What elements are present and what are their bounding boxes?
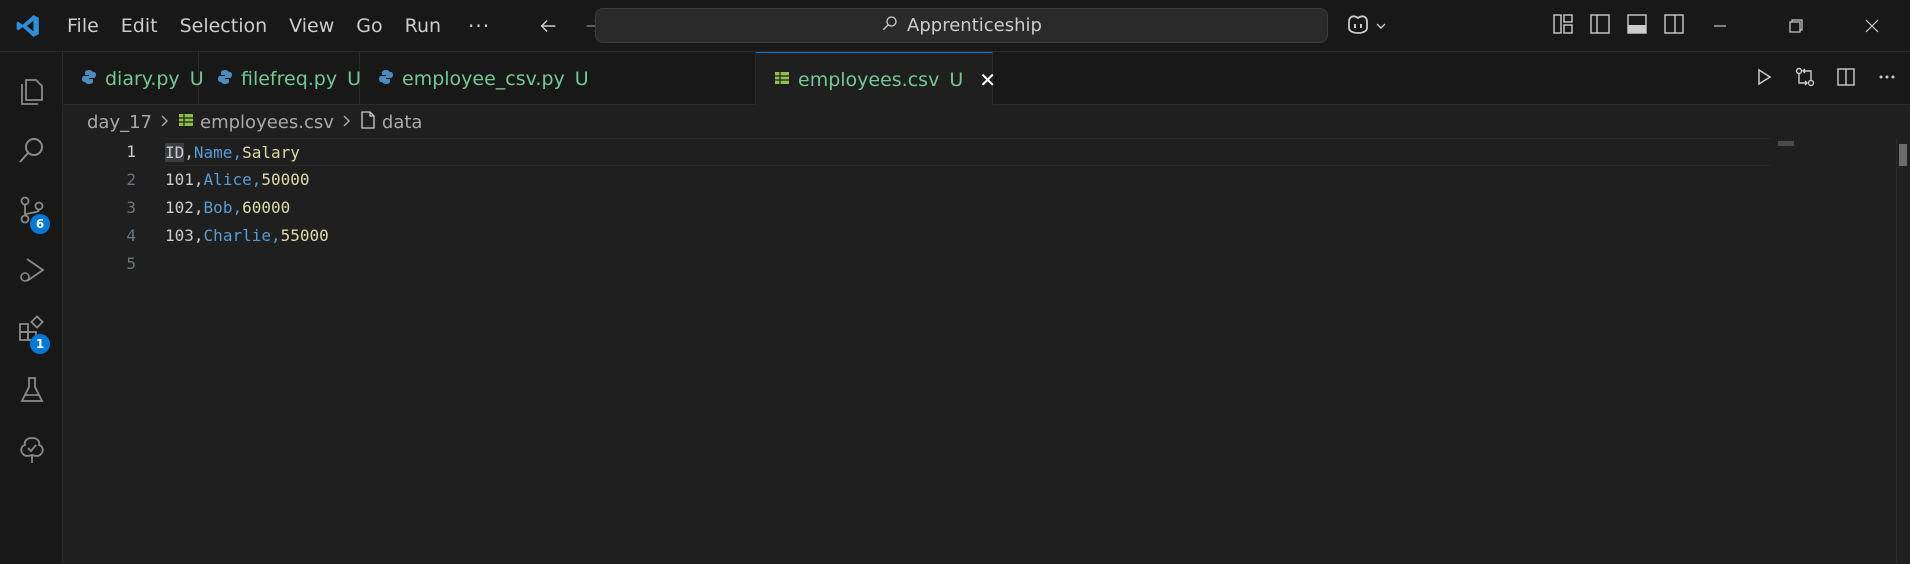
code-line: ID,Name,Salary (165, 138, 1770, 166)
extensions-icon[interactable]: 1 (0, 300, 63, 360)
csv-cell: 55000 (280, 226, 329, 245)
compare-changes-icon[interactable] (1794, 66, 1816, 88)
csv-comma: , (184, 143, 194, 162)
line-number: 1 (126, 142, 136, 161)
file-symbol-icon (360, 110, 376, 134)
editor-tab-bar: diary.py U filefreq.py U employee_csv.py… (63, 52, 1910, 106)
activity-bar: 6 1 (0, 52, 63, 564)
more-actions-icon[interactable] (1876, 66, 1898, 88)
source-control-icon[interactable]: 6 (0, 180, 63, 240)
csv-comma: , (193, 198, 204, 217)
csv-table-icon (178, 112, 194, 133)
code-editor[interactable]: 1 2 3 4 5 ID,Name,Salary 101,Alice,50000… (63, 138, 1910, 564)
code-content[interactable]: ID,Name,Salary 101,Alice,50000 102,Bob,6… (165, 138, 1770, 278)
csv-cell: Charlie (203, 226, 271, 245)
csv-comma: , (193, 170, 204, 189)
menu-go[interactable]: Go (345, 0, 393, 52)
line-number: 5 (126, 254, 136, 273)
csv-cell: Bob (203, 198, 233, 217)
back-arrow-icon[interactable] (536, 14, 560, 38)
source-control-badge: 6 (30, 214, 50, 234)
breadcrumb-file[interactable]: employees.csv (200, 112, 334, 133)
tab-status: U (347, 67, 362, 90)
tab-filefreq[interactable]: filefreq.py U (199, 52, 362, 105)
search-sidebar-icon[interactable] (0, 120, 63, 180)
copilot-button[interactable] (1345, 12, 1387, 41)
vertical-scrollbar[interactable] (1896, 138, 1910, 564)
csv-comma: , (251, 170, 262, 189)
title-bar: File Edit Selection View Go Run ··· Appr… (0, 0, 1910, 52)
line-number: 4 (126, 226, 136, 245)
tab-status: U (574, 67, 589, 90)
tab-status: U (949, 68, 964, 91)
breadcrumb-symbol[interactable]: data (382, 112, 423, 133)
restore-icon[interactable] (1758, 0, 1834, 52)
extensions-badge: 1 (30, 334, 50, 354)
command-center-search[interactable]: Apprenticeship (595, 8, 1328, 43)
copilot-icon (1345, 12, 1371, 41)
toggle-panel-icon[interactable] (1626, 13, 1648, 35)
search-icon (881, 14, 899, 37)
tree-check-icon[interactable] (0, 420, 63, 480)
run-debug-icon[interactable] (0, 240, 63, 300)
csv-cell: ID (165, 143, 185, 162)
csv-cell: Alice (203, 170, 252, 189)
vscode-logo-icon (0, 0, 56, 52)
code-line: 101,Alice,50000 (165, 166, 1770, 194)
line-number: 2 (126, 170, 136, 189)
search-text: Apprenticeship (907, 15, 1042, 36)
tab-employee-csv-py[interactable]: employee_csv.py U (360, 52, 756, 105)
close-window-icon[interactable] (1834, 0, 1910, 52)
tab-employees-csv[interactable]: employees.csv U ✕ (756, 52, 996, 106)
line-number: 3 (126, 198, 136, 217)
tab-label: diary.py (105, 67, 180, 90)
csv-cell: 102 (165, 198, 194, 217)
menu-run[interactable]: Run (394, 0, 452, 52)
scrollbar-thumb[interactable] (1899, 144, 1907, 166)
csv-comma: , (232, 198, 243, 217)
python-icon (81, 68, 97, 90)
code-line: 102,Bob,60000 (165, 194, 1770, 222)
run-icon[interactable] (1753, 66, 1775, 88)
split-editor-icon[interactable] (1835, 66, 1857, 88)
customize-layout-icon[interactable] (1552, 13, 1574, 35)
breadcrumb: day_17 employees.csv data (63, 106, 422, 138)
close-tab-icon[interactable]: ✕ (979, 68, 996, 92)
line-number-gutter: 1 2 3 4 5 (63, 138, 163, 278)
more-menu-button[interactable]: ··· (452, 14, 506, 38)
python-icon (378, 68, 394, 90)
csv-comma: , (232, 143, 243, 162)
chevron-right-icon (160, 113, 170, 132)
testing-flask-icon[interactable] (0, 360, 63, 420)
minimap[interactable] (1778, 141, 1794, 146)
csv-cell: Salary (242, 143, 300, 162)
chevron-right-icon (342, 113, 352, 132)
csv-cell: 101 (165, 170, 194, 189)
menu-view[interactable]: View (278, 0, 345, 52)
csv-cell: Name (193, 143, 233, 162)
tab-label: employees.csv (798, 68, 940, 91)
explorer-icon[interactable] (0, 60, 63, 120)
tab-diary[interactable]: diary.py U (63, 52, 204, 105)
menu-selection[interactable]: Selection (169, 0, 279, 52)
tab-label: filefreq.py (241, 67, 338, 90)
breadcrumb-folder[interactable]: day_17 (87, 112, 152, 133)
csv-comma: , (193, 226, 204, 245)
menu-file[interactable]: File (56, 0, 110, 52)
toggle-primary-sidebar-icon[interactable] (1589, 13, 1611, 35)
tab-label: employee_csv.py (402, 67, 565, 90)
menu-bar: File Edit Selection View Go Run ··· (56, 0, 506, 52)
code-line: 103,Charlie,55000 (165, 222, 1770, 250)
csv-cell: 103 (165, 226, 194, 245)
chevron-down-icon (1375, 17, 1387, 37)
csv-cell: 50000 (261, 170, 310, 189)
csv-comma: , (270, 226, 281, 245)
menu-edit[interactable]: Edit (110, 0, 169, 52)
minimize-icon[interactable] (1682, 0, 1758, 52)
python-icon (217, 68, 233, 90)
csv-table-icon (774, 69, 790, 91)
csv-cell: 60000 (242, 198, 291, 217)
